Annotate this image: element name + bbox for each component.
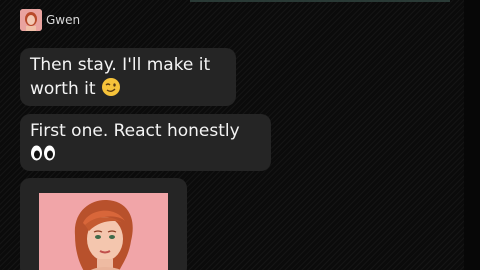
avatar-portrait-icon [20, 9, 42, 31]
sender-header: Gwen [20, 9, 80, 31]
sender-name: Gwen [46, 13, 81, 27]
image-message-bubble[interactable] [20, 178, 187, 270]
scrollbar-track[interactable] [464, 0, 480, 270]
message-text: First one. React honestly [30, 121, 240, 141]
avatar[interactable] [20, 9, 42, 31]
eyes-icon [31, 145, 55, 161]
portrait-photo[interactable] [39, 193, 168, 270]
message-bubble[interactable]: First one. React honestly [20, 114, 271, 171]
portrait-photo-icon [39, 193, 168, 270]
message-bubble[interactable]: Then stay. I'll make it worth it [20, 48, 236, 106]
top-divider [190, 0, 450, 2]
winking-face-icon [101, 78, 120, 96]
